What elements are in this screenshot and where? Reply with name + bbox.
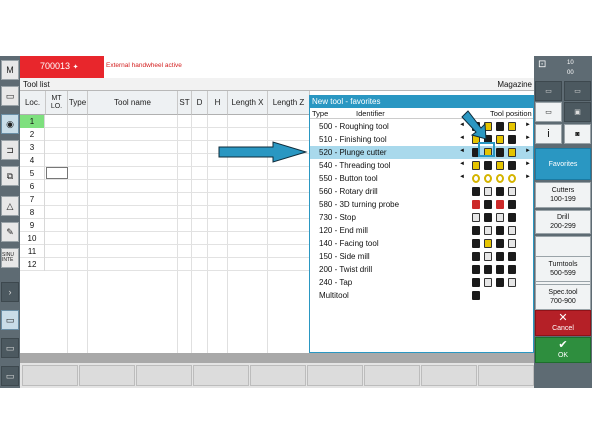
annotation-arrow-left (218, 141, 308, 163)
hmi-screen: M ▭ ◉ ⊐ ⧉ △ ✎ SINU INTE › ▭ ▭ ▭ 700013 ✦… (0, 56, 592, 388)
annotation-arrows (218, 110, 487, 163)
annotation-arrow-top (461, 110, 487, 140)
